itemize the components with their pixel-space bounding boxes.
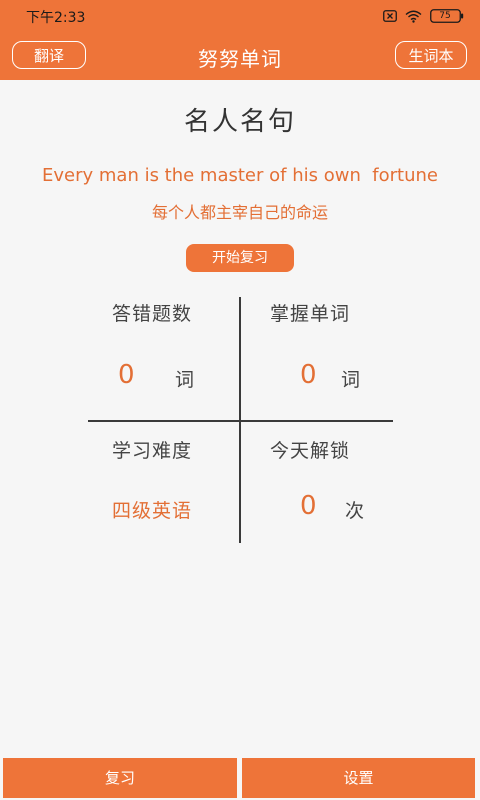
unlocks-today-unit: 次 <box>345 500 365 522</box>
vocabulary-book-button[interactable]: 生词本 <box>395 41 467 69</box>
battery-icon: 75 <box>430 9 464 23</box>
stats-horizontal-divider <box>88 420 393 422</box>
start-review-button[interactable]: 开始复习 <box>186 244 294 272</box>
mastered-words-value: 0 <box>300 360 317 390</box>
unlocks-today-label: 今天解锁 <box>270 440 351 462</box>
difficulty-value: 四级英语 <box>112 500 193 522</box>
quote-english: Every man is the master of his own fortu… <box>42 165 438 186</box>
wrong-answers-unit: 词 <box>175 369 195 391</box>
quote-heading: 名人名句 <box>183 107 296 137</box>
wrong-answers-value: 0 <box>118 360 135 390</box>
quote-chinese: 每个人都主宰自己的命运 <box>151 203 328 222</box>
wifi-icon <box>405 10 422 23</box>
app-header: 下午2:33 75 翻译 努努单词 生词本 <box>0 0 480 80</box>
difficulty-label: 学习难度 <box>112 440 193 462</box>
app-screen: 下午2:33 75 翻译 努努单词 生词本 名人名句 Every man is … <box>0 0 480 800</box>
mastered-words-unit: 词 <box>341 369 361 391</box>
close-box-icon <box>383 10 397 22</box>
status-time: 下午2:33 <box>26 10 86 26</box>
status-icons: 75 <box>383 7 464 25</box>
wrong-answers-label: 答错题数 <box>112 303 193 325</box>
battery-level: 75 <box>439 11 451 21</box>
settings-tab-button[interactable]: 设置 <box>242 758 475 798</box>
review-tab-button[interactable]: 复习 <box>3 758 237 798</box>
unlocks-today-value: 0 <box>300 491 317 521</box>
mastered-words-label: 掌握单词 <box>270 303 351 325</box>
